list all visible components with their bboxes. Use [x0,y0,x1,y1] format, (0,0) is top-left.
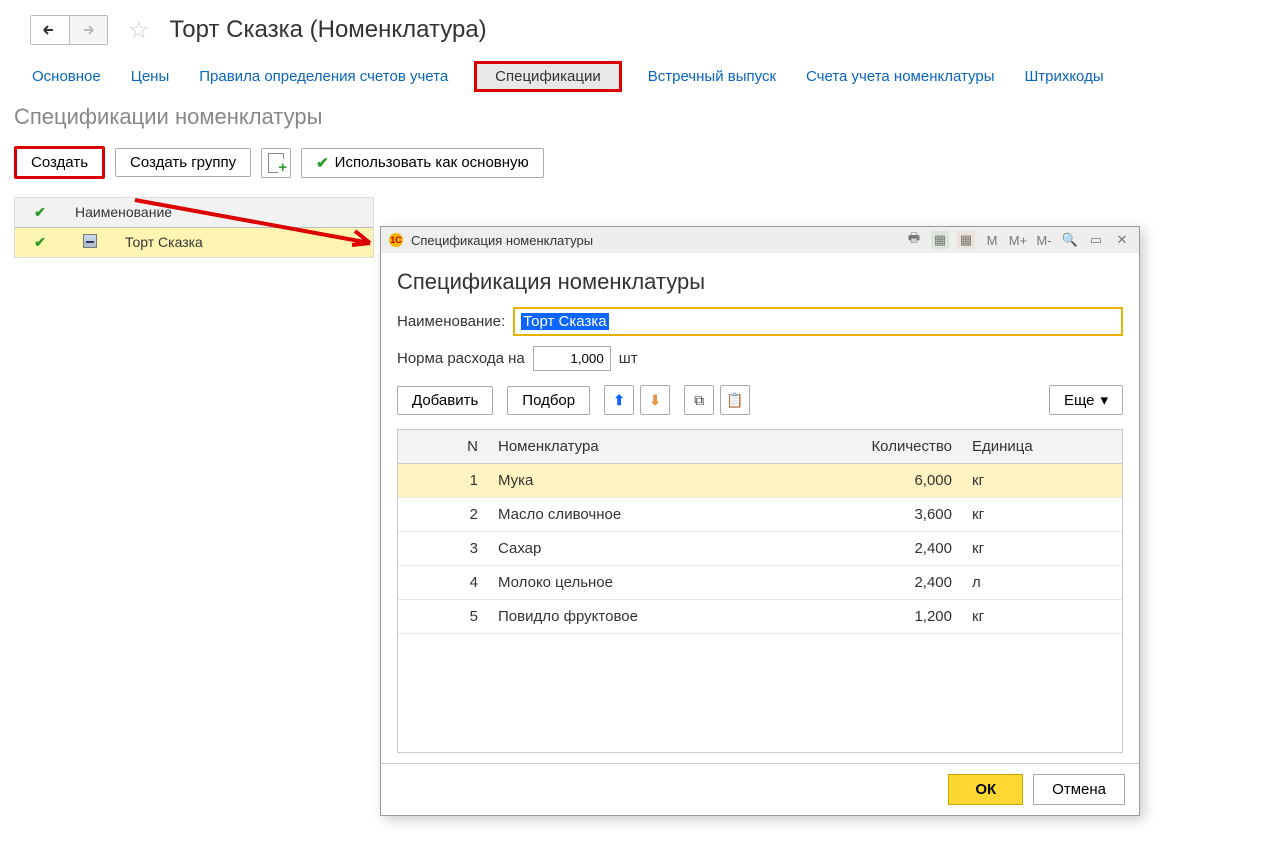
name-input-value: Торт Сказка [521,313,608,330]
app-1c-icon: 1C [389,233,403,247]
section-heading: Спецификации номенклатуры [0,98,1285,136]
cell-n: 3 [398,532,488,565]
arrow-down-icon: ⬇ [649,392,661,409]
check-icon: ✔ [34,204,46,220]
close-icon[interactable]: ✕ [1113,231,1131,249]
dialog-titlebar: 1C Спецификация номенклатуры 🖶 ▦ ▦ M M+ … [381,227,1139,253]
maximize-icon[interactable]: ▭ [1087,231,1105,249]
col-n-header: N [398,430,488,463]
col-name-header: Наименование [65,198,373,227]
chevron-down-icon: ▾ [1100,391,1108,409]
mem-m-icon[interactable]: M [983,231,1001,249]
dialog-heading: Спецификация номенклатуры [397,269,1123,295]
cell-n: 5 [398,600,488,633]
table-row[interactable]: 4 Молоко цельное 2,400 л [398,566,1122,600]
cell-unit: кг [962,532,1122,565]
tab-bar: Основное Цены Правила определения счетов… [0,53,1285,98]
move-down-button[interactable]: ⬇ [640,385,670,415]
zoom-icon[interactable]: 🔍 [1061,231,1079,249]
tab-main[interactable]: Основное [28,62,105,91]
cell-n: 1 [398,464,488,497]
spec-list-table: ✔ Наименование ✔ Торт Сказка [14,197,374,258]
table-row[interactable]: 3 Сахар 2,400 кг [398,532,1122,566]
favorite-star-icon[interactable]: ☆ [128,16,150,45]
check-icon: ✔ [316,154,329,172]
rate-label: Норма расхода на [397,350,525,367]
row-name: Торт Сказка [115,228,373,257]
cell-qty: 2,400 [782,566,962,599]
more-button[interactable]: Еще ▾ [1049,385,1123,415]
move-up-button[interactable]: ⬆ [604,385,634,415]
copy-new-button[interactable] [261,148,291,178]
new-copy-icon [268,153,284,173]
table-row[interactable]: 2 Масло сливочное 3,600 кг [398,498,1122,532]
ingredients-table: N Номенклатура Количество Единица 1 Мука… [397,429,1123,753]
cell-unit: кг [962,464,1122,497]
table-row[interactable]: 5 Повидло фруктовое 1,200 кг [398,600,1122,634]
cell-nom: Масло сливочное [488,498,782,531]
calendar-icon[interactable]: ▦ [957,231,975,249]
name-input[interactable]: Торт Сказка [513,307,1123,336]
dialog-window-title: Спецификация номенклатуры [411,233,593,248]
col-unit-header: Единица [962,430,1122,463]
cell-unit: кг [962,498,1122,531]
mem-mminus-icon[interactable]: M- [1035,231,1053,249]
rate-input[interactable] [533,346,611,371]
tab-prices[interactable]: Цены [127,62,174,91]
paste-button[interactable]: 📋 [720,385,750,415]
copy-icon: ⧉ [694,392,704,409]
spec-dialog: 1C Спецификация номенклатуры 🖶 ▦ ▦ M M+ … [380,226,1140,816]
cell-qty: 1,200 [782,600,962,633]
cell-qty: 6,000 [782,464,962,497]
tab-account-rules[interactable]: Правила определения счетов учета [195,62,452,91]
col-qty-header: Количество [782,430,962,463]
calculator-icon[interactable]: ▦ [931,231,949,249]
tab-barcodes[interactable]: Штрихкоды [1020,62,1107,91]
check-icon: ✔ [34,234,46,250]
cell-qty: 2,400 [782,532,962,565]
col-check-header: ✔ [15,198,65,227]
table-row[interactable]: ✔ Торт Сказка [15,228,373,257]
table-row[interactable]: 1 Мука 6,000 кг [398,464,1122,498]
add-row-button[interactable]: Добавить [397,386,493,415]
collapse-icon[interactable] [83,234,97,248]
tab-specifications[interactable]: Спецификации [474,61,622,92]
name-field-label: Наименование: [397,313,505,330]
cell-qty: 3,600 [782,498,962,531]
print-icon[interactable]: 🖶 [905,231,923,249]
use-as-main-label: Использовать как основную [335,154,529,171]
cell-nom: Молоко цельное [488,566,782,599]
arrow-up-icon: ⬆ [613,392,625,409]
more-label: Еще [1064,392,1095,409]
cell-nom: Мука [488,464,782,497]
mem-mplus-icon[interactable]: M+ [1009,231,1027,249]
col-nom-header: Номенклатура [488,430,782,463]
cancel-button[interactable]: Отмена [1033,774,1125,805]
ok-button[interactable]: ОК [948,774,1023,805]
paste-icon: 📋 [726,392,743,409]
nav-buttons [30,15,108,45]
cell-n: 4 [398,566,488,599]
forward-button[interactable] [69,16,107,44]
pick-button[interactable]: Подбор [507,386,590,415]
cell-unit: кг [962,600,1122,633]
tab-counter-output[interactable]: Встречный выпуск [644,62,780,91]
cell-unit: л [962,566,1122,599]
back-button[interactable] [31,16,69,44]
cell-nom: Повидло фруктовое [488,600,782,633]
create-group-button[interactable]: Создать группу [115,148,251,177]
tab-accounts[interactable]: Счета учета номенклатуры [802,62,998,91]
page-title: Торт Сказка (Номенклатура) [170,16,487,44]
use-as-main-button[interactable]: ✔ Использовать как основную [301,148,544,178]
cell-nom: Сахар [488,532,782,565]
create-button[interactable]: Создать [14,146,105,179]
copy-button[interactable]: ⧉ [684,385,714,415]
cell-n: 2 [398,498,488,531]
rate-unit: шт [619,350,638,367]
